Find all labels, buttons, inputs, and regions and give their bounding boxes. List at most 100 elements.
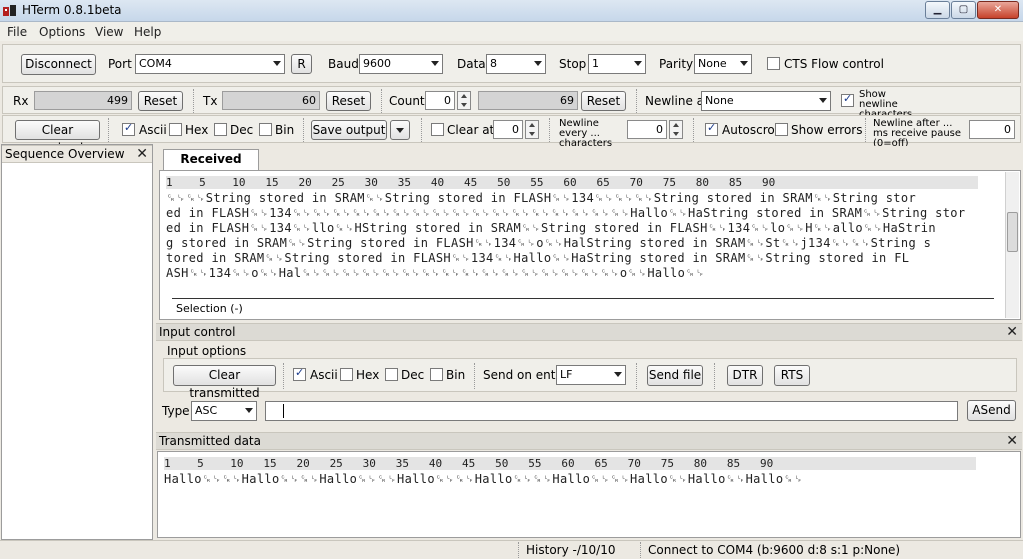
transmitted-data-header: Transmitted data ✕ [156, 432, 1022, 450]
clear-received-button[interactable]: Clear received [15, 120, 100, 155]
clear-transmitted-button[interactable]: Clear transmitted [173, 365, 276, 400]
status-separator [518, 542, 520, 558]
minimize-icon[interactable]: ▁ [925, 1, 950, 19]
rts-button[interactable]: RTS [774, 365, 810, 386]
rx-bin-checkbox[interactable] [259, 123, 272, 136]
count-input[interactable]: 0 [425, 91, 455, 110]
text-cursor [283, 404, 284, 418]
save-output-menu-button[interactable] [390, 120, 410, 140]
toolbar-separator [474, 363, 476, 389]
scrollbar-thumb[interactable] [1007, 212, 1018, 252]
rx-ascii-checkbox[interactable] [122, 121, 135, 136]
tx-reset-button[interactable]: Reset [326, 91, 371, 111]
close-icon[interactable]: ✕ [1006, 433, 1018, 449]
newline-at-select[interactable]: None [701, 91, 831, 111]
toolbar-separator [714, 363, 716, 389]
cts-flow-checkbox[interactable] [767, 57, 780, 70]
show-errors-checkbox[interactable] [775, 123, 788, 136]
received-line: ed in FLASH␍␊134␍␊llo␍␊HString stored in… [166, 221, 936, 235]
count-spinner[interactable] [457, 91, 471, 110]
stop-bits-select[interactable]: 1 [588, 54, 646, 74]
history-status: History -/10/10 [526, 543, 616, 557]
hterm-app-icon [3, 5, 16, 16]
maximize-icon[interactable]: ▢ [951, 1, 976, 19]
toolbar-separator [549, 118, 551, 142]
rx-dec-checkbox[interactable] [214, 123, 227, 136]
tx-hex-checkbox[interactable] [340, 368, 353, 381]
received-line: ␍␊␍␊String stored in SRAM␍␊String stored… [166, 191, 917, 205]
received-line: g stored in SRAM␍␊String stored in FLASH… [166, 236, 932, 250]
disconnect-button[interactable]: Disconnect [21, 54, 96, 75]
input-control-title: Input control [159, 325, 236, 339]
selection-status: Selection (-) [176, 302, 243, 315]
close-window-icon[interactable]: ✕ [977, 1, 1019, 19]
received-data-view[interactable]: 1 5 10 15 20 25 30 35 40 45 50 55 60 65 … [159, 170, 1021, 320]
chevron-down-icon [740, 61, 748, 66]
parity-value: None [698, 57, 727, 70]
show-newline-checkbox[interactable] [841, 92, 854, 107]
port-value: COM4 [139, 57, 172, 70]
rx-hex-checkbox[interactable] [169, 123, 182, 136]
chevron-down-icon [634, 61, 642, 66]
type-value: ASC [195, 404, 218, 417]
input-options-group: Clear transmitted Ascii Hex Dec Bin Send… [163, 358, 1017, 400]
data-bits-select[interactable]: 8 [486, 54, 546, 74]
close-icon[interactable]: ✕ [1006, 324, 1018, 340]
received-column-ruler: 1 5 10 15 20 25 30 35 40 45 50 55 60 65 … [166, 176, 978, 189]
type-select[interactable]: ASC [191, 401, 257, 421]
baud-select[interactable]: 9600 [359, 54, 443, 74]
count-label: Count [389, 94, 425, 108]
stop-bits-value: 1 [592, 57, 599, 70]
newline-every-label: Newline every ... characters [559, 118, 613, 149]
status-separator [640, 542, 642, 558]
menu-view[interactable]: View [95, 25, 123, 39]
close-icon[interactable]: ✕ [136, 146, 148, 162]
rx-reset-button[interactable]: Reset [138, 91, 183, 111]
sequence-overview-header: Sequence Overview ✕ [2, 145, 152, 163]
tx-dec-label: Dec [401, 368, 425, 382]
send-file-button[interactable]: Send file [647, 365, 703, 386]
dtr-button[interactable]: DTR [727, 365, 763, 386]
received-scrollbar[interactable] [1005, 172, 1019, 318]
count-reset-button[interactable]: Reset [581, 91, 626, 111]
save-output-button[interactable]: Save output [311, 120, 387, 140]
parity-select[interactable]: None [694, 54, 752, 74]
clear-at-input[interactable]: 0 [493, 120, 523, 139]
tx-ascii-checkbox[interactable] [293, 366, 306, 381]
toolbar-separator [381, 89, 383, 113]
connection-toolbar: Disconnect Port COM4 R Baud 9600 Data 8 … [2, 44, 1021, 83]
chevron-down-icon [614, 372, 622, 377]
data-bits-value: 8 [490, 57, 497, 70]
status-bar: History -/10/10 Connect to COM4 (b:9600 … [0, 540, 1023, 559]
newline-every-spinner[interactable] [669, 120, 683, 139]
clear-at-checkbox[interactable] [431, 123, 444, 136]
autoscroll-checkbox[interactable] [705, 121, 718, 136]
stop-bits-label: Stop [559, 57, 587, 71]
menu-file[interactable]: File [7, 25, 27, 39]
tab-received-data[interactable]: Received Data [163, 149, 259, 185]
chevron-down-icon [819, 98, 827, 103]
asend-button[interactable]: ASend [967, 400, 1016, 421]
port-select[interactable]: COM4 [135, 54, 285, 74]
tx-bin-checkbox[interactable] [430, 368, 443, 381]
rx-label: Rx [13, 94, 29, 108]
refresh-ports-button[interactable]: R [291, 54, 312, 74]
show-errors-label: Show errors [791, 123, 863, 137]
newline-at-label: Newline at [645, 94, 709, 108]
tx-dec-checkbox[interactable] [385, 368, 398, 381]
clear-at-spinner[interactable] [525, 120, 539, 139]
tx-hex-label: Hex [356, 368, 380, 382]
newline-after-input[interactable]: 0 [969, 120, 1015, 139]
newline-every-input[interactable]: 0 [627, 120, 667, 139]
transmitted-data-view[interactable]: 1 5 10 15 20 25 30 35 40 45 50 55 60 65 … [157, 451, 1021, 538]
connection-status: Connect to COM4 (b:9600 d:8 s:1 p:None) [648, 543, 901, 557]
send-on-enter-select[interactable]: LF [556, 365, 626, 385]
menu-options[interactable]: Options [39, 25, 85, 39]
send-input[interactable] [265, 401, 958, 421]
sequence-overview-panel: Sequence Overview ✕ [1, 144, 153, 540]
menu-help[interactable]: Help [134, 25, 161, 39]
window-title: HTerm 0.8.1beta [22, 3, 122, 17]
transmitted-line: Hallo␍␊␍␊Hallo␍␊␍␊Hallo␍␊␍␊Hallo␍␊␍␊Hall… [164, 472, 804, 486]
selection-divider [172, 298, 994, 299]
chevron-down-icon [273, 61, 281, 66]
